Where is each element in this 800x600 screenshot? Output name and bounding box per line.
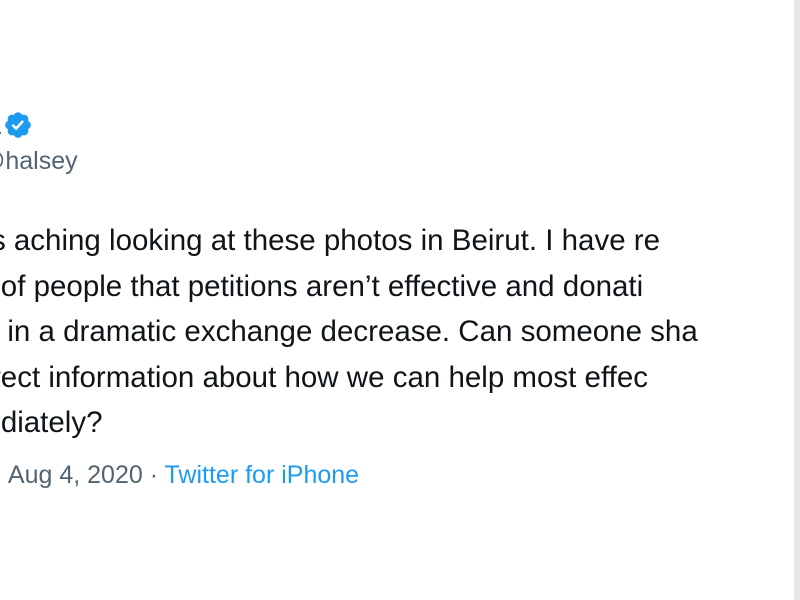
verified-badge-icon bbox=[3, 110, 33, 140]
tweet-meta: · Aug 4, 2020 · Twitter for iPhone bbox=[0, 458, 359, 492]
tweet-text-line: ot of people that petitions aren’t effec… bbox=[0, 269, 644, 303]
tweet-text-line: nediately? bbox=[0, 406, 103, 439]
tweet-text: t is aching looking at these photos in B… bbox=[0, 218, 800, 446]
tweet-text-line: t is aching looking at these photos in B… bbox=[0, 224, 661, 257]
meta-prefix-dot: · bbox=[0, 461, 2, 489]
tweet-card: a @halsey t is aching looking at these p… bbox=[0, 0, 800, 600]
author-handle[interactable]: @halsey bbox=[0, 145, 78, 177]
window-edge bbox=[794, 0, 800, 600]
author-name-row[interactable]: a bbox=[0, 108, 33, 142]
tweet-text-line: ult in a dramatic exchange decrease. Can… bbox=[0, 315, 698, 348]
tweet-date[interactable]: Aug 4, 2020 bbox=[8, 461, 143, 489]
meta-separator: · bbox=[149, 461, 159, 489]
tweet-source-link[interactable]: Twitter for iPhone bbox=[165, 461, 360, 489]
tweet-text-line: direct information about how we can help… bbox=[0, 360, 648, 394]
